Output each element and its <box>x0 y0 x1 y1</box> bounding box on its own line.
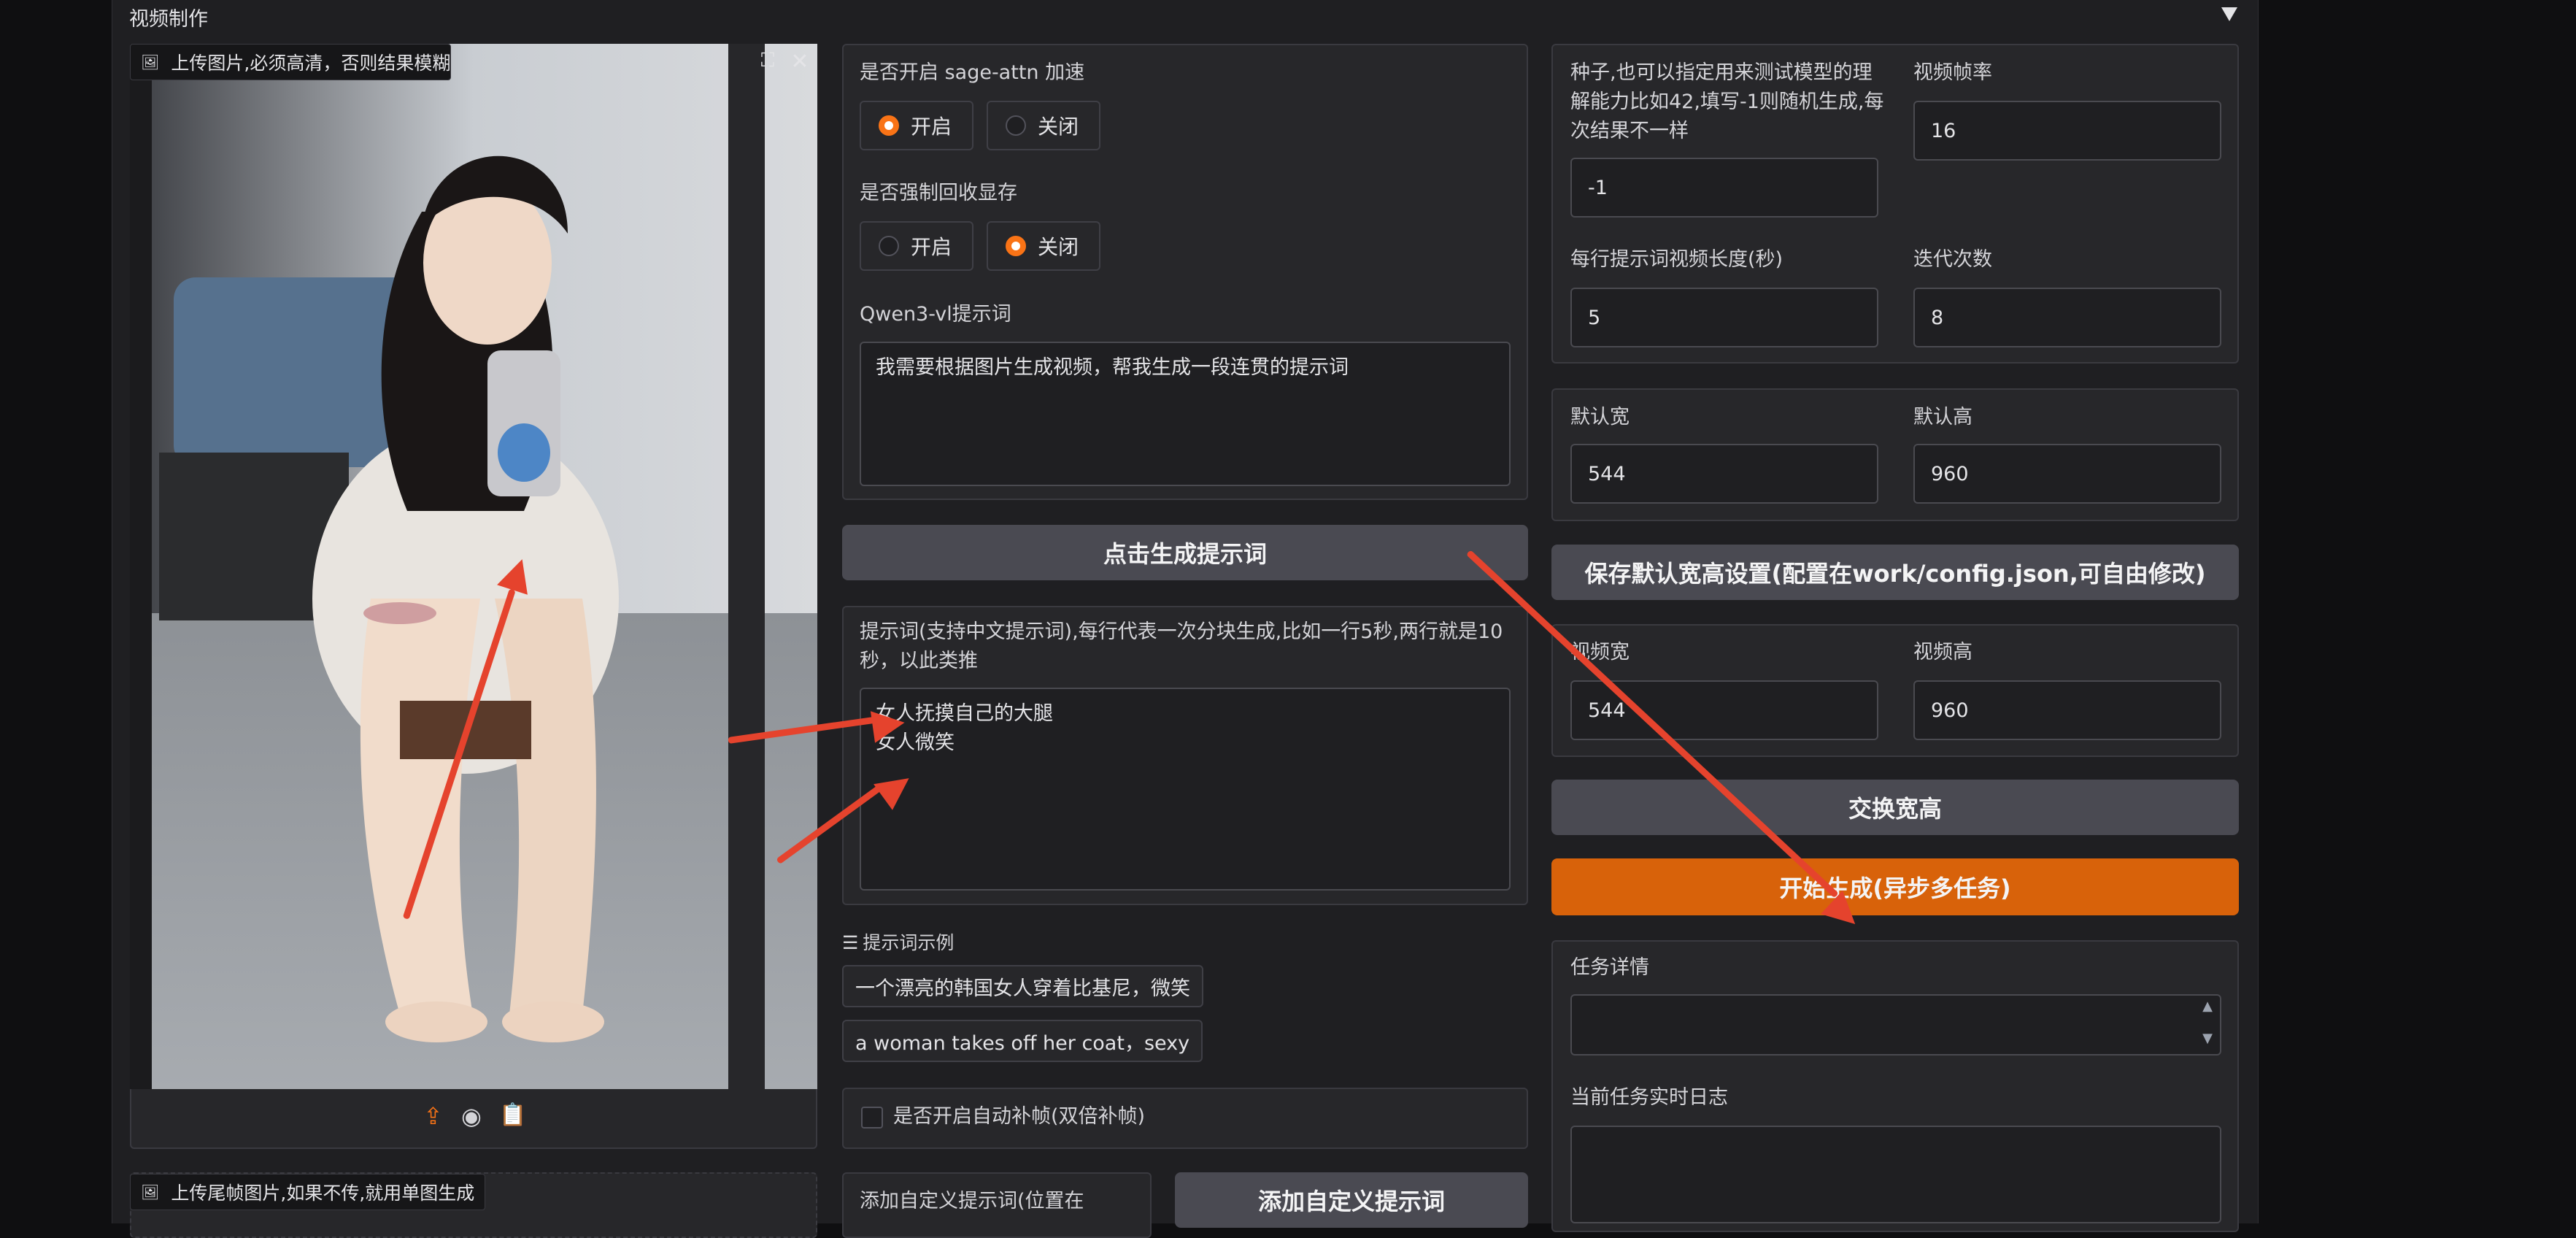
qwen-textarea[interactable]: 我需要根据图片生成视频，帮我生成一段连贯的提示词 <box>860 342 1511 486</box>
prompt-label: 提示词(支持中文提示词),每行代表一次分块生成,比如一行5秒,两行就是10秒，以… <box>860 620 1503 672</box>
vram-on-radio[interactable]: 开启 <box>860 221 973 271</box>
close-icon[interactable]: ✕ <box>787 50 813 76</box>
tail-upload-label: 🖼 上传尾帧图片,如果不传,就用单图生成 <box>130 1174 486 1210</box>
add-custom-prompt-button[interactable]: 添加自定义提示词 <box>1175 1172 1528 1228</box>
generate-prompt-button[interactable]: 点击生成提示词 <box>842 525 1528 580</box>
radio-unselected-icon <box>879 236 899 256</box>
qwen-label: Qwen3-vl提示词 <box>860 303 1011 326</box>
start-generate-button[interactable]: 开始生成(异步多任务) <box>1551 858 2239 915</box>
sage-off-radio[interactable]: 关闭 <box>987 101 1100 150</box>
radio-selected-icon <box>1006 236 1026 256</box>
fps-label: 视频帧率 <box>1913 61 1992 84</box>
video-height-input[interactable]: 960 <box>1913 680 2221 740</box>
list-icon: ☰ <box>842 932 859 953</box>
radio-selected-icon <box>879 115 899 136</box>
sage-on-radio[interactable]: 开启 <box>860 101 973 150</box>
length-input[interactable]: 5 <box>1570 288 1878 347</box>
scroll-down-icon[interactable]: ▼ <box>2199 1031 2216 1050</box>
task-label: 任务详情 <box>1570 956 1649 979</box>
custom-prompt-label: 添加自定义提示词(位置在 <box>860 1190 1084 1212</box>
length-label: 每行提示词视频长度(秒) <box>1570 248 1783 271</box>
seed-label: 种子,也可以指定用来测试模型的理解能力比如42,填写-1则随机生成,每次结果不一… <box>1570 61 1884 142</box>
annotation-arrowhead <box>870 707 907 743</box>
log-label: 当前任务实时日志 <box>1570 1086 1728 1109</box>
collapse-icon[interactable] <box>2221 7 2237 21</box>
swap-size-button[interactable]: 交换宽高 <box>1551 780 2239 835</box>
clipboard-icon[interactable]: 📋 <box>499 1102 526 1128</box>
vram-label: 是否强制回收显存 <box>860 182 1017 204</box>
seed-input[interactable]: -1 <box>1570 158 1878 218</box>
default-height-label: 默认高 <box>1913 406 1973 428</box>
section-title: 视频制作 <box>129 8 208 31</box>
image-icon: 🖼 <box>141 1183 160 1201</box>
upload-label: 🖼 上传图片,必须高清，否则结果模糊 <box>130 44 451 80</box>
uploaded-image[interactable]: 🖼 上传图片,必须高清，否则结果模糊 ⛶ ✕ <box>130 44 817 1089</box>
prompt-textarea[interactable]: 女人抚摸自己的大腿 女人微笑 <box>860 688 1511 891</box>
save-default-size-button[interactable]: 保存默认宽高设置(配置在work/config.json,可自由修改) <box>1551 545 2239 600</box>
default-width-input[interactable]: 544 <box>1570 444 1878 504</box>
webcam-icon[interactable]: ◉ <box>461 1102 482 1130</box>
default-width-label: 默认宽 <box>1570 406 1630 428</box>
scroll-up-icon[interactable]: ▲ <box>2199 999 2216 1018</box>
fullscreen-icon[interactable]: ⛶ <box>755 50 781 76</box>
radio-unselected-icon <box>1006 115 1026 136</box>
example-chip[interactable]: 一个漂亮的韩国女人穿着比基尼，微笑 <box>842 965 1203 1007</box>
image-icon: 🖼 <box>141 53 160 71</box>
task-details-field[interactable] <box>1570 994 2221 1056</box>
default-height-input[interactable]: 960 <box>1913 444 2221 504</box>
example-chip[interactable]: a woman takes off her coat，sexy <box>842 1020 1203 1062</box>
fps-input[interactable]: 16 <box>1913 101 2221 161</box>
iter-label: 迭代次数 <box>1913 248 1992 271</box>
vram-off-radio[interactable]: 关闭 <box>987 221 1100 271</box>
iter-input[interactable]: 8 <box>1913 288 2221 347</box>
examples-header: ☰ 提示词示例 <box>842 932 955 953</box>
interp-label: 是否开启自动补帧(双倍补帧) <box>893 1105 1146 1128</box>
interp-checkbox[interactable] <box>861 1107 883 1129</box>
video-height-label: 视频高 <box>1913 641 1973 664</box>
upload-icon[interactable]: ⇪ <box>423 1102 443 1130</box>
log-field[interactable] <box>1570 1126 2221 1223</box>
sage-label: 是否开启 sage-attn 加速 <box>860 61 1085 84</box>
photo-illustration <box>130 44 817 1089</box>
